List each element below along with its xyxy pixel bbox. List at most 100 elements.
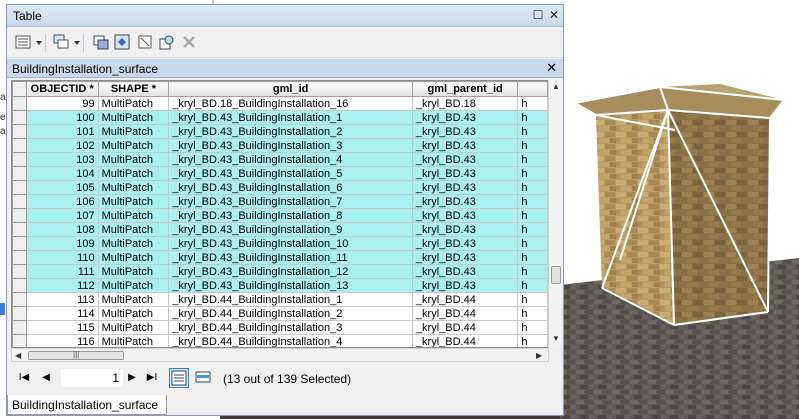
cell-next[interactable]: h <box>517 264 548 279</box>
cell-objectid[interactable]: 109 <box>25 236 99 251</box>
cell-gml-id[interactable]: _kryl_BD.43_BuildingInstallation_13 <box>168 278 413 293</box>
cell-objectid[interactable]: 102 <box>25 138 99 153</box>
horizontal-scrollbar[interactable]: ◀ ||| ▶ <box>11 348 549 362</box>
cell-objectid[interactable]: 99 <box>25 96 99 111</box>
table-row[interactable]: 107 MultiPatch _kryl_BD.43_BuildingInstall… <box>12 208 548 223</box>
cell-gml-id[interactable]: _kryl_BD.43_BuildingInstallation_6 <box>168 180 413 195</box>
cell-gml-id[interactable]: _kryl_BD.44_BuildingInstallation_1 <box>168 292 413 307</box>
table-row[interactable]: 108 MultiPatch _kryl_BD.43_BuildingInstall… <box>12 222 548 237</box>
cell-objectid[interactable]: 111 <box>25 264 99 279</box>
first-record-button[interactable]: I◀ <box>17 371 31 385</box>
cell-gml-id[interactable]: _kryl_BD.43_BuildingInstallation_7 <box>168 194 413 209</box>
cell-shape[interactable]: MultiPatch <box>97 138 170 153</box>
cell-shape[interactable]: MultiPatch <box>97 194 170 209</box>
scroll-down-icon[interactable]: ▼ <box>552 334 560 343</box>
cell-shape[interactable]: MultiPatch <box>97 96 170 111</box>
cell-gml-id[interactable]: _kryl_BD.44_BuildingInstallation_2 <box>168 306 413 321</box>
row-selector-cell[interactable] <box>12 124 27 139</box>
cell-next[interactable]: h <box>517 152 548 167</box>
window-titlebar[interactable]: Table ☐ ✕ <box>7 5 563 27</box>
cell-gml-id[interactable]: _kryl_BD.44_BuildingInstallation_3 <box>168 320 413 335</box>
cell-objectid[interactable]: 107 <box>25 208 99 223</box>
cell-next[interactable]: h <box>517 278 548 293</box>
pin-icon[interactable]: ☐ <box>531 8 545 22</box>
clear-selection-icon[interactable] <box>137 34 155 52</box>
cell-gml-parent-id[interactable]: _kryl_BD.43 <box>411 236 519 251</box>
table-options-icon[interactable] <box>15 34 33 52</box>
table-row[interactable]: 105 MultiPatch _kryl_BD.43_BuildingInstall… <box>12 180 548 195</box>
cell-gml-id[interactable]: _kryl_BD.43_BuildingInstallation_1 <box>168 110 413 125</box>
cell-shape[interactable]: MultiPatch <box>97 124 170 139</box>
row-selector-cell[interactable] <box>12 180 27 195</box>
related-tables-icon[interactable] <box>53 34 71 52</box>
chevron-down-icon[interactable] <box>74 41 80 45</box>
cell-next[interactable]: h <box>517 334 548 347</box>
cell-objectid[interactable]: 104 <box>25 166 99 181</box>
table-row[interactable]: 103 MultiPatch _kryl_BD.43_BuildingInstall… <box>12 152 548 167</box>
row-selector-cell[interactable] <box>12 236 27 251</box>
cell-next[interactable]: h <box>517 96 548 111</box>
scroll-up-icon[interactable]: ▲ <box>552 82 560 91</box>
chevron-down-icon[interactable] <box>36 41 42 45</box>
cell-next[interactable]: h <box>517 110 548 125</box>
cell-shape[interactable]: MultiPatch <box>97 222 170 237</box>
cell-gml-parent-id[interactable]: _kryl_BD.43 <box>411 264 519 279</box>
show-selected-records-button[interactable] <box>193 368 213 388</box>
cell-objectid[interactable]: 108 <box>25 222 99 237</box>
row-selector-cell[interactable] <box>12 292 27 307</box>
cell-gml-parent-id[interactable]: _kryl_BD.43 <box>411 124 519 139</box>
cell-next[interactable]: h <box>517 124 548 139</box>
cell-shape[interactable]: MultiPatch <box>97 278 170 293</box>
cell-gml-id[interactable]: _kryl_BD.43_BuildingInstallation_4 <box>168 152 413 167</box>
show-all-records-button[interactable] <box>169 368 189 388</box>
cell-next[interactable]: h <box>517 250 548 265</box>
table-row[interactable]: 113 MultiPatch _kryl_BD.44_BuildingInstall… <box>12 292 548 307</box>
cell-gml-id[interactable]: _kryl_BD.18_BuildingInstallation_16 <box>168 96 413 111</box>
cell-next[interactable]: h <box>517 180 548 195</box>
cell-gml-parent-id[interactable]: _kryl_BD.18 <box>411 96 519 111</box>
cell-gml-parent-id[interactable]: _kryl_BD.44 <box>411 306 519 321</box>
cell-next[interactable]: h <box>517 138 548 153</box>
cell-shape[interactable]: MultiPatch <box>97 306 170 321</box>
cell-gml-id[interactable]: _kryl_BD.43_BuildingInstallation_12 <box>168 264 413 279</box>
cell-shape[interactable]: MultiPatch <box>97 264 170 279</box>
cell-gml-id[interactable]: _kryl_BD.43_BuildingInstallation_5 <box>168 166 413 181</box>
row-selector-cell[interactable] <box>12 222 27 237</box>
column-header-objectid[interactable]: OBJECTID * <box>25 81 99 97</box>
cell-gml-parent-id[interactable]: _kryl_BD.43 <box>411 278 519 293</box>
select-by-attributes-icon[interactable] <box>93 34 111 52</box>
cell-next[interactable]: h <box>517 208 548 223</box>
cell-objectid[interactable]: 106 <box>25 194 99 209</box>
table-row[interactable]: 110 MultiPatch _kryl_BD.43_BuildingInstall… <box>12 250 548 265</box>
cell-gml-parent-id[interactable]: _kryl_BD.43 <box>411 208 519 223</box>
row-selector-cell[interactable] <box>12 166 27 181</box>
table-row[interactable]: 101 MultiPatch _kryl_BD.43_BuildingInstall… <box>12 124 548 139</box>
row-selector-cell[interactable] <box>12 152 27 167</box>
cell-shape[interactable]: MultiPatch <box>97 208 170 223</box>
close-icon[interactable]: ✕ <box>547 8 561 22</box>
table-row[interactable]: 104 MultiPatch _kryl_BD.43_BuildingInstall… <box>12 166 548 181</box>
cell-gml-parent-id[interactable]: _kryl_BD.43 <box>411 250 519 265</box>
column-header-shape[interactable]: SHAPE * <box>97 81 170 97</box>
cell-gml-parent-id[interactable]: _kryl_BD.43 <box>411 166 519 181</box>
cell-objectid[interactable]: 110 <box>25 250 99 265</box>
row-selector-cell[interactable] <box>12 250 27 265</box>
cell-shape[interactable]: MultiPatch <box>97 180 170 195</box>
row-selector-cell[interactable] <box>12 334 27 347</box>
cell-shape[interactable]: MultiPatch <box>97 166 170 181</box>
cell-gml-id[interactable]: _kryl_BD.43_BuildingInstallation_9 <box>168 222 413 237</box>
cell-shape[interactable]: MultiPatch <box>97 292 170 307</box>
zoom-to-selected-icon[interactable] <box>159 34 177 52</box>
column-header-next[interactable] <box>517 81 548 97</box>
cell-next[interactable]: h <box>517 320 548 335</box>
cell-objectid[interactable]: 113 <box>25 292 99 307</box>
cell-objectid[interactable]: 112 <box>25 278 99 293</box>
cell-objectid[interactable]: 100 <box>25 110 99 125</box>
header-selector-cell[interactable] <box>12 81 27 97</box>
close-icon[interactable]: ✕ <box>546 60 557 76</box>
cell-gml-parent-id[interactable]: _kryl_BD.43 <box>411 152 519 167</box>
cell-next[interactable]: h <box>517 292 548 307</box>
vertical-scrollbar[interactable]: ▲ ▼ <box>548 80 562 348</box>
table-row[interactable]: 112 MultiPatch _kryl_BD.43_BuildingInstall… <box>12 278 548 293</box>
horizontal-scroll-thumb[interactable]: ||| <box>28 350 124 360</box>
